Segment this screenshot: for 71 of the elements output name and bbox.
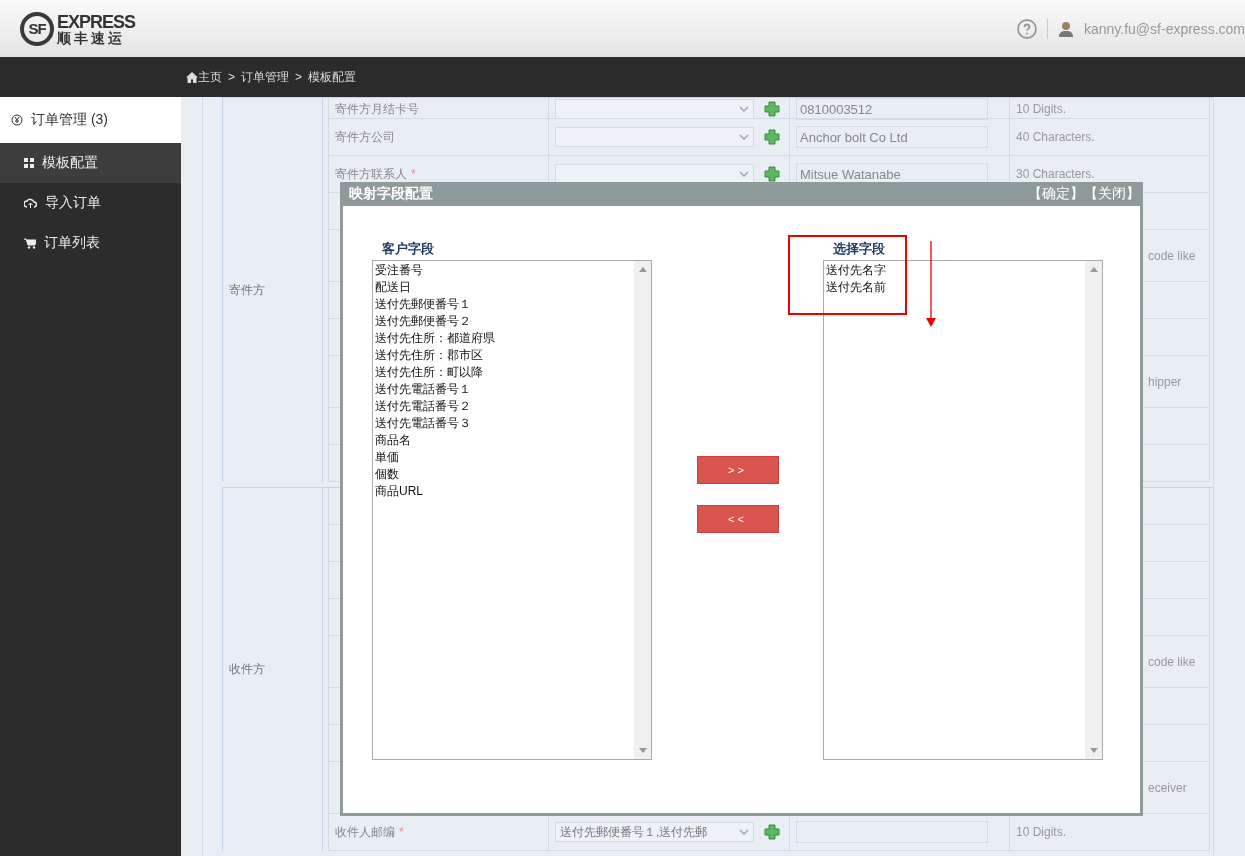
yen-icon <box>11 114 23 126</box>
breadcrumb-link[interactable]: 主页 <box>198 68 222 86</box>
select-field[interactable] <box>555 99 754 119</box>
list-option[interactable]: 送付先郵便番号１ <box>375 296 632 313</box>
chevron-down-icon <box>739 106 749 112</box>
scrollbar[interactable] <box>1085 261 1102 759</box>
select-field[interactable] <box>555 164 754 184</box>
field-label: 寄件方月结卡号 <box>335 100 419 118</box>
field-hint: 30 Characters. <box>1016 167 1095 181</box>
add-icon[interactable] <box>764 824 780 840</box>
scrollbar[interactable] <box>634 261 651 759</box>
list-option[interactable]: 送付先住所：町以降 <box>375 364 632 381</box>
field-hint: 10 Digits. <box>1016 825 1067 839</box>
home-icon[interactable] <box>186 71 198 83</box>
group-label: 寄件方 <box>229 281 265 299</box>
sidebar-item[interactable]: 订单列表 <box>0 223 181 263</box>
list-option[interactable]: 送付先名字 <box>826 262 1083 279</box>
select-field[interactable] <box>555 127 754 147</box>
add-icon[interactable] <box>764 166 780 182</box>
breadcrumb-link[interactable]: 订单管理 <box>241 68 289 86</box>
breadcrumb-separator: > <box>228 70 235 84</box>
field-hint: 10 Digits. <box>1016 102 1067 116</box>
field-hint: code like <box>1147 248 1196 263</box>
field-hint: hipper <box>1147 374 1182 389</box>
sidebar-item[interactable]: 模板配置 <box>0 143 181 183</box>
user-icon[interactable] <box>1058 20 1074 37</box>
add-icon[interactable] <box>764 101 780 117</box>
target-list[interactable]: 送付先名字 送付先名前 <box>823 260 1103 760</box>
field-hint: eceiver <box>1147 780 1187 795</box>
scroll-up-icon[interactable] <box>1089 267 1098 272</box>
scroll-up-icon[interactable] <box>638 267 647 272</box>
list-option[interactable]: 送付先住所：郡市区 <box>375 347 632 364</box>
scroll-down-icon[interactable] <box>1089 748 1098 753</box>
grid-icon <box>24 158 34 168</box>
list-option[interactable]: 単価 <box>375 449 632 466</box>
list-option[interactable]: 商品名 <box>375 432 632 449</box>
list-option[interactable]: 送付先住所：都道府県 <box>375 330 632 347</box>
group-label: 收件方 <box>229 661 265 678</box>
breadcrumb-link[interactable]: 模板配置 <box>308 68 357 86</box>
dialog-title: 映射字段配置 <box>349 185 433 203</box>
list-option[interactable]: 送付先電話番号１ <box>375 381 632 398</box>
sidebar-item[interactable]: 导入订单 <box>0 183 181 223</box>
help-icon[interactable] <box>1017 18 1037 39</box>
field-label: 寄件方公司 <box>335 128 395 146</box>
list-option[interactable]: 送付先名前 <box>826 279 1083 296</box>
field-label: 收件人邮编 * <box>335 823 404 841</box>
source-list[interactable]: 受注番号 配送日 送付先郵便番号１ 送付先郵便番号２ 送付先住所：都道府県 送付先住所：郡市区 送付先住所：町以降 送付先電話番号１ 送付先電話番号２ 送付先電話番号３ 商品名 単価 個数 商品URL <box>372 260 652 760</box>
list-option[interactable]: 配送日 <box>375 279 632 296</box>
chevron-down-icon <box>739 829 749 835</box>
cloud-upload-icon <box>24 197 37 209</box>
field-label: 寄件方联系人 * <box>335 165 416 183</box>
chevron-down-icon <box>739 171 749 177</box>
field-hint: 40 Characters. <box>1016 130 1095 144</box>
sidebar-item[interactable]: 订单管理 (3) <box>0 97 181 143</box>
list-option[interactable]: 送付先郵便番号２ <box>375 313 632 330</box>
list-heading: 客户字段 <box>381 240 435 258</box>
scroll-down-icon[interactable] <box>638 748 647 753</box>
field-hint: code like <box>1147 654 1196 669</box>
chevron-down-icon <box>739 134 749 140</box>
breadcrumb-separator: > <box>295 70 303 84</box>
list-option[interactable]: 個数 <box>375 466 632 483</box>
list-heading: 选择字段 <box>832 240 886 258</box>
select-field[interactable]: 送付先郵便番号１,送付先郵 <box>555 822 754 842</box>
list-option[interactable]: 受注番号 <box>375 262 632 279</box>
list-option[interactable]: 送付先電話番号２ <box>375 398 632 415</box>
list-option[interactable]: 送付先電話番号３ <box>375 415 632 432</box>
add-icon[interactable] <box>764 129 780 145</box>
add-button[interactable]: >> <box>696 456 779 484</box>
cart-icon <box>24 237 36 249</box>
list-option[interactable]: 商品URL <box>375 483 632 500</box>
remove-button[interactable]: << <box>696 505 779 533</box>
